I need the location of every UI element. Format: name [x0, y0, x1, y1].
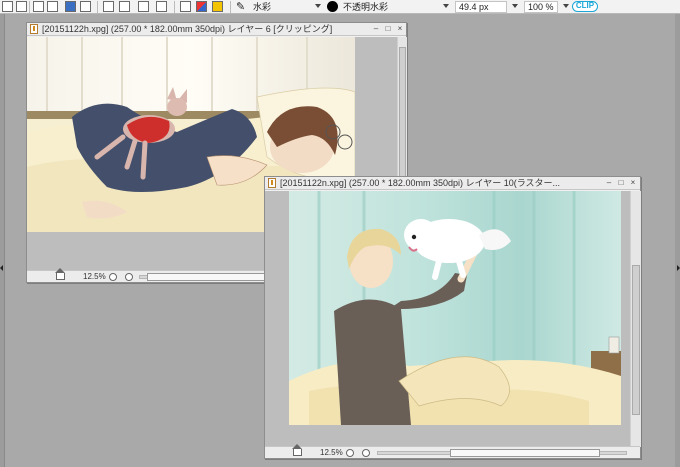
pen-icon[interactable] — [156, 1, 167, 12]
grid-icon[interactable] — [65, 1, 76, 12]
swap-color-icon[interactable] — [196, 1, 207, 12]
command-bar: ✎ 水彩 不透明水彩 49.4 px 100 % CLIP — [0, 0, 680, 14]
subtool-dropdown-chevron-icon[interactable] — [443, 4, 449, 8]
clip-logo: CLIP — [572, 1, 598, 12]
document-icon — [30, 24, 38, 34]
vertical-scroll-thumb-2[interactable] — [632, 265, 640, 415]
main-color-swatch[interactable] — [327, 1, 338, 12]
select-lasso-icon[interactable] — [33, 1, 44, 12]
canvas-viewport-2[interactable] — [265, 191, 630, 447]
size-dropdown-chevron-icon[interactable] — [512, 4, 518, 8]
brush-name[interactable]: 水彩 — [253, 1, 271, 13]
window-2-titlebar[interactable]: [20151122n.xpg] (257.00 * 182.00mm 350dp… — [265, 177, 640, 190]
fill-icon[interactable] — [80, 1, 91, 12]
window-2-title: [20151122n.xpg] (257.00 * 182.00mm 350dp… — [280, 178, 561, 188]
zoom-level-1: 12.5% — [83, 272, 106, 281]
window-1-title: [20151122h.xpg] (257.00 * 182.00mm 350dp… — [42, 24, 333, 34]
subtool-name[interactable]: 不透明水彩 — [343, 1, 388, 13]
toolbar-separator — [230, 1, 231, 13]
navigator-home-icon[interactable] — [292, 444, 302, 456]
brush-glyph-icon: ✎ — [236, 1, 246, 13]
zoom-in-icon[interactable] — [125, 273, 133, 281]
left-dock-strip[interactable] — [0, 14, 5, 467]
camera-icon[interactable] — [138, 1, 149, 12]
minimize-button[interactable]: – — [605, 179, 613, 187]
brush-size-field[interactable]: 49.4 px — [455, 1, 507, 13]
navigator-home-icon[interactable] — [55, 268, 65, 280]
window-1-titlebar[interactable]: [20151122h.xpg] (257.00 * 182.00mm 350dp… — [27, 23, 406, 36]
zoom-in-icon[interactable] — [362, 449, 370, 457]
horizontal-scroll-thumb-2[interactable] — [450, 449, 600, 457]
illustration-frame-2 — [289, 191, 621, 425]
minimize-button[interactable]: – — [372, 25, 380, 33]
brush-dropdown-chevron-icon[interactable] — [315, 4, 321, 8]
document-icon — [268, 178, 276, 188]
close-button[interactable]: × — [629, 179, 637, 187]
bucket-icon[interactable] — [212, 1, 223, 12]
toolbar-separator — [97, 1, 98, 13]
maximize-button[interactable]: □ — [384, 25, 392, 33]
rule-icon[interactable] — [103, 1, 114, 12]
layer-property-icon[interactable] — [2, 1, 13, 12]
vertical-scrollbar-2[interactable] — [630, 191, 641, 447]
zoom-out-icon[interactable] — [346, 449, 354, 457]
right-dock-strip[interactable] — [675, 14, 680, 467]
zoom-level-2: 12.5% — [320, 448, 343, 457]
color-set-icon[interactable] — [180, 1, 191, 12]
info-icon[interactable] — [16, 1, 27, 12]
canvas-window-2[interactable]: [20151122n.xpg] (257.00 * 182.00mm 350dp… — [264, 176, 641, 459]
window-2-statusbar: 12.5% — [265, 444, 640, 458]
illustration-boy-dog — [289, 191, 621, 425]
toolbar-separator — [29, 1, 30, 13]
close-button[interactable]: × — [396, 25, 404, 33]
zoom-out-icon[interactable] — [109, 273, 117, 281]
opacity-field[interactable]: 100 % — [524, 1, 558, 13]
maximize-button[interactable]: □ — [617, 179, 625, 187]
left-dock-arrow-icon[interactable] — [0, 265, 3, 271]
ruler-icon[interactable] — [119, 1, 130, 12]
toolbar-separator — [174, 1, 175, 13]
opacity-dropdown-chevron-icon[interactable] — [563, 4, 569, 8]
transform-icon[interactable] — [47, 1, 58, 12]
